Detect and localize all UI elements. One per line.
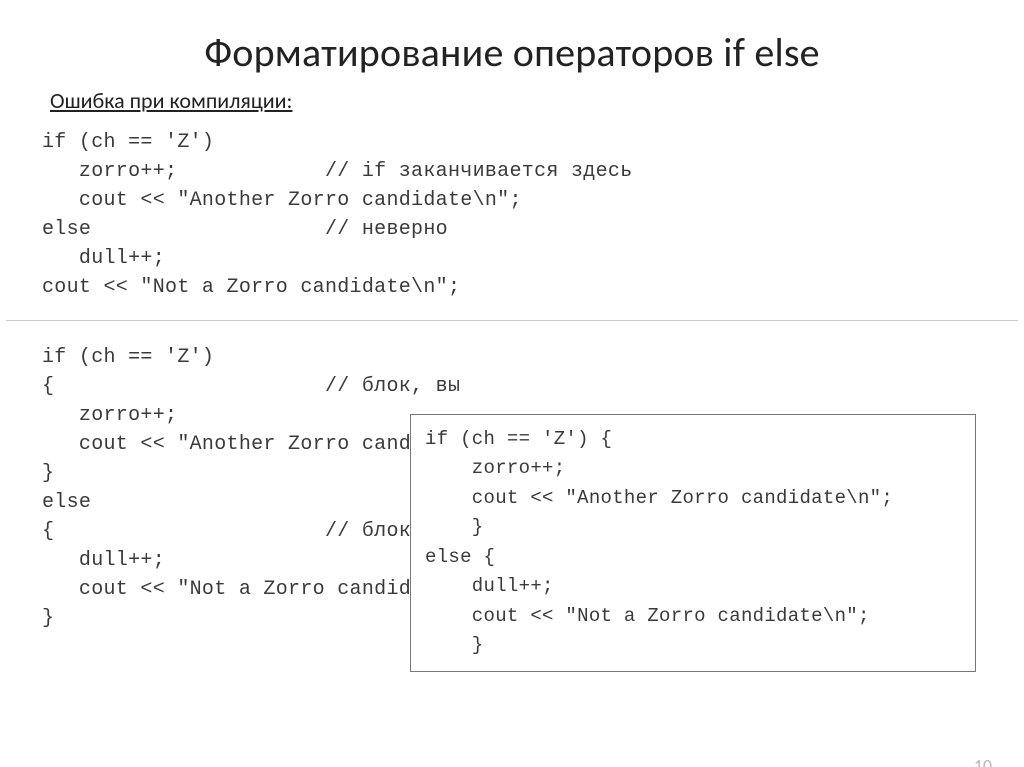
code-block-compact: if (ch == 'Z') { zorro++; cout << "Anoth… — [425, 425, 961, 661]
slide: Форматирование операторов if else Ошибка… — [0, 28, 1024, 767]
code-block-error: if (ch == 'Z') zorro++; // if заканчивае… — [42, 128, 1024, 302]
code-overlay-box: if (ch == 'Z') { zorro++; cout << "Anoth… — [410, 414, 976, 672]
slide-title: Форматирование операторов if else — [0, 28, 1024, 77]
page-number: 10 — [974, 755, 992, 767]
error-label: Ошибка при компиляции: — [50, 87, 1024, 114]
section-divider — [6, 320, 1018, 321]
